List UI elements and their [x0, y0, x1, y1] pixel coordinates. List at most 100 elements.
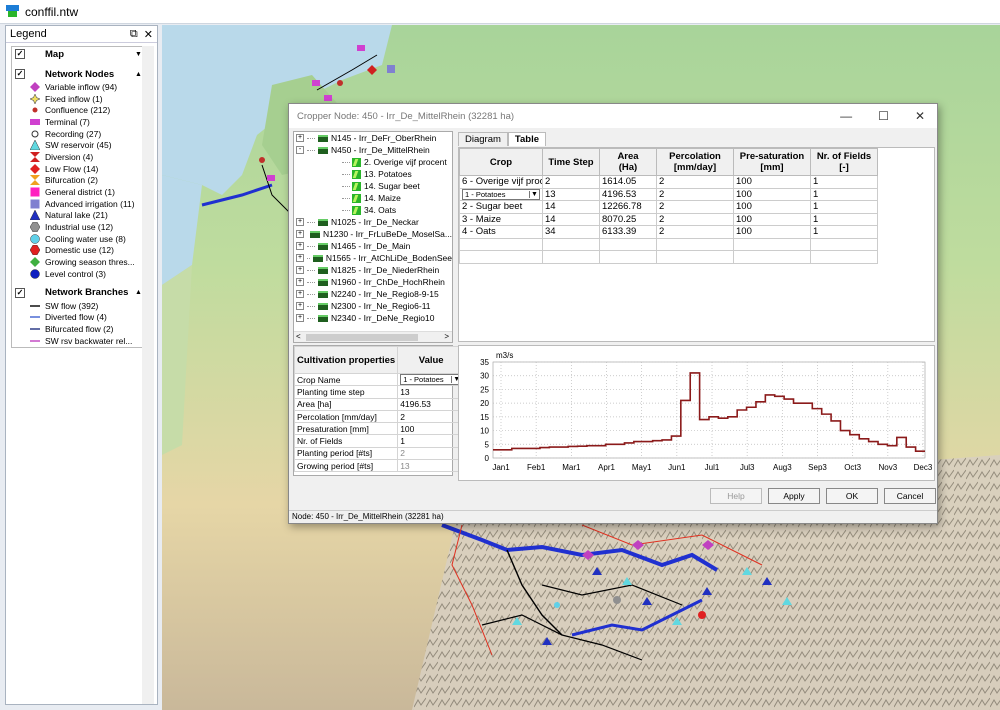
legend-item-label: Growing season thres...: [45, 257, 135, 268]
crop-table-cell[interactable]: 100: [733, 200, 811, 214]
tree-crop-item[interactable]: 34. Oats: [294, 204, 452, 216]
legend-section-checkbox[interactable]: ✓: [15, 49, 25, 59]
tree-node-item[interactable]: + N1025 - Irr_De_Neckar: [294, 216, 452, 228]
cancel-button[interactable]: Cancel: [884, 488, 936, 504]
crop-table-cell[interactable]: 2: [656, 187, 734, 201]
crop-table-header[interactable]: Area (Ha): [599, 148, 657, 176]
legend-scrollbar[interactable]: [142, 46, 154, 704]
tree-crop-item[interactable]: 13. Potatoes: [294, 168, 452, 180]
crop-table-row[interactable]: 4 - Oats 34 6133.39 2 100 1: [459, 225, 878, 239]
close-icon[interactable]: ✕: [144, 28, 153, 41]
tree-crop-item[interactable]: 14. Maize: [294, 192, 452, 204]
scroll-left-icon[interactable]: <: [296, 332, 301, 341]
crop-table-cell[interactable]: 100: [733, 187, 811, 201]
tree-node-item[interactable]: + N1960 - Irr_ChDe_HochRhein: [294, 276, 452, 288]
crop-table-cell[interactable]: 2: [542, 175, 600, 189]
tree-horizontal-scrollbar[interactable]: < >: [294, 331, 452, 342]
close-icon[interactable]: ✕: [915, 109, 925, 123]
crop-table-cell[interactable]: 1: [810, 175, 878, 189]
maximize-icon[interactable]: ☐: [878, 109, 889, 123]
property-value[interactable]: 4196.53: [397, 397, 466, 411]
scroll-thumb[interactable]: [306, 334, 418, 341]
legend-section-checkbox[interactable]: ✓: [15, 69, 25, 79]
crop-table-cell[interactable]: 6133.39: [599, 225, 657, 239]
crop-table-header[interactable]: Time Step: [542, 148, 600, 176]
crop-table-cell[interactable]: 12266.78: [599, 200, 657, 214]
tree-node-item[interactable]: + N2340 - Irr_DeNe_Regio10: [294, 312, 452, 324]
tree-crop-item[interactable]: 14. Sugar beet: [294, 180, 452, 192]
crop-table-header[interactable]: Pre-saturation [mm]: [733, 148, 811, 176]
legend-section-2[interactable]: ✓ Network Branches ▲: [12, 286, 145, 300]
minimize-icon[interactable]: —: [840, 109, 852, 123]
ok-button[interactable]: OK: [826, 488, 878, 504]
crop-table-cell[interactable]: 34: [542, 225, 600, 239]
tree-node-item[interactable]: + N1565 - Irr_AtChLiDe_BodenSee: [294, 252, 452, 264]
crop-table-cell[interactable]: 2: [656, 212, 734, 226]
expand-icon[interactable]: +: [296, 278, 304, 286]
crop-table-cell[interactable]: 1: [810, 200, 878, 214]
crop-row-select[interactable]: 1 - Potatoes ▼: [459, 187, 543, 201]
expand-icon[interactable]: +: [296, 290, 304, 298]
crop-table-header[interactable]: Nr. of Fields [-]: [810, 148, 878, 176]
crop-table-cell[interactable]: 2: [656, 200, 734, 214]
crop-table-row[interactable]: 6 - Overige vijf procent21614.0521001: [459, 175, 878, 189]
help-button[interactable]: Help: [710, 488, 762, 504]
expand-icon[interactable]: +: [296, 266, 304, 274]
crop-table-row[interactable]: 3 - Maize 14 8070.25 2 100 1: [459, 212, 878, 226]
node-tree[interactable]: + N145 - Irr_DeFr_OberRhein - N450 - Irr_De…: [293, 131, 453, 343]
property-value[interactable]: 13: [397, 385, 466, 399]
crop-table-cell[interactable]: 4196.53: [599, 187, 657, 201]
expand-icon[interactable]: +: [296, 218, 304, 226]
expand-icon[interactable]: +: [296, 314, 304, 322]
tree-crop-item[interactable]: 2. Overige vijf procent: [294, 156, 452, 168]
crop-table-cell[interactable]: 2: [656, 225, 734, 239]
crop-table-cell[interactable]: 1614.05: [599, 175, 657, 189]
expand-icon[interactable]: +: [296, 242, 304, 250]
property-value[interactable]: 100: [397, 422, 466, 436]
crop-table-row[interactable]: 1 - Potatoes ▼ 13 4196.53 2 100 1: [459, 187, 878, 201]
crop-table-cell[interactable]: 6 - Overige vijf procent: [459, 175, 543, 189]
expand-icon[interactable]: +: [296, 230, 304, 238]
crop-table-cell[interactable]: 1: [810, 225, 878, 239]
property-value[interactable]: 1: [397, 434, 466, 448]
tab-diagram[interactable]: Diagram: [458, 132, 508, 146]
scroll-right-icon[interactable]: >: [444, 332, 449, 341]
expand-icon[interactable]: +: [296, 254, 304, 262]
tree-node-item[interactable]: - N450 - Irr_De_MittelRhein: [294, 144, 452, 156]
crop-table-cell[interactable]: 1: [810, 212, 878, 226]
legend-section-checkbox[interactable]: ✓: [15, 287, 25, 298]
crop-table-cell[interactable]: 14: [542, 212, 600, 226]
tree-node-item[interactable]: + N2240 - Irr_Ne_Regio8-9-15: [294, 288, 452, 300]
crop-table-cell[interactable]: 2 - Sugar beet: [459, 200, 543, 214]
crop-table-cell[interactable]: 14: [542, 200, 600, 214]
crop-table-row[interactable]: 2 - Sugar beet 14 12266.78 2 100 1: [459, 200, 878, 214]
crop-table-cell[interactable]: 100: [733, 212, 811, 226]
tree-node-item[interactable]: + N1825 - Irr_De_NiederRhein: [294, 264, 452, 276]
tab-table[interactable]: Table: [507, 132, 547, 146]
legend-section-1[interactable]: ✓ Network Nodes ▲: [12, 67, 145, 81]
tree-node-item[interactable]: + N2300 - Irr_Ne_Regio6-11: [294, 300, 452, 312]
legend-section-0[interactable]: ✓ Map ▼: [12, 47, 145, 61]
crop-table-cell[interactable]: 8070.25: [599, 212, 657, 226]
tree-node-item[interactable]: + N145 - Irr_DeFr_OberRhein: [294, 132, 452, 144]
crop-table-cell[interactable]: 1: [810, 187, 878, 201]
crop-table-cell[interactable]: 4 - Oats: [459, 225, 543, 239]
crop-table-cell[interactable]: 13: [542, 187, 600, 201]
crop-table-cell[interactable]: 100: [733, 225, 811, 239]
legend-item: Bifurcation (2): [12, 175, 145, 187]
expand-icon[interactable]: +: [296, 302, 304, 310]
dock-icon[interactable]: ⧉: [130, 28, 138, 41]
apply-button[interactable]: Apply: [768, 488, 820, 504]
expand-icon[interactable]: +: [296, 134, 304, 142]
crop-table-cell[interactable]: 3 - Maize: [459, 212, 543, 226]
property-value[interactable]: 2: [397, 409, 466, 424]
crop-table-cell[interactable]: 100: [733, 175, 811, 189]
crop-table-header[interactable]: Crop: [459, 148, 543, 176]
chevron-down-icon[interactable]: ▼: [529, 190, 539, 198]
tree-node-item[interactable]: + N1465 - Irr_De_Main: [294, 240, 452, 252]
crop-name-select[interactable]: 1 - Potatoes ▼: [397, 372, 466, 387]
tree-node-item[interactable]: + N1230 - Irr_FrLuBeDe_MoselSa...: [294, 228, 452, 240]
crop-table-cell[interactable]: 2: [656, 175, 734, 189]
collapse-icon[interactable]: -: [296, 146, 304, 154]
crop-table-header[interactable]: Percolation [mm/day]: [656, 148, 734, 176]
